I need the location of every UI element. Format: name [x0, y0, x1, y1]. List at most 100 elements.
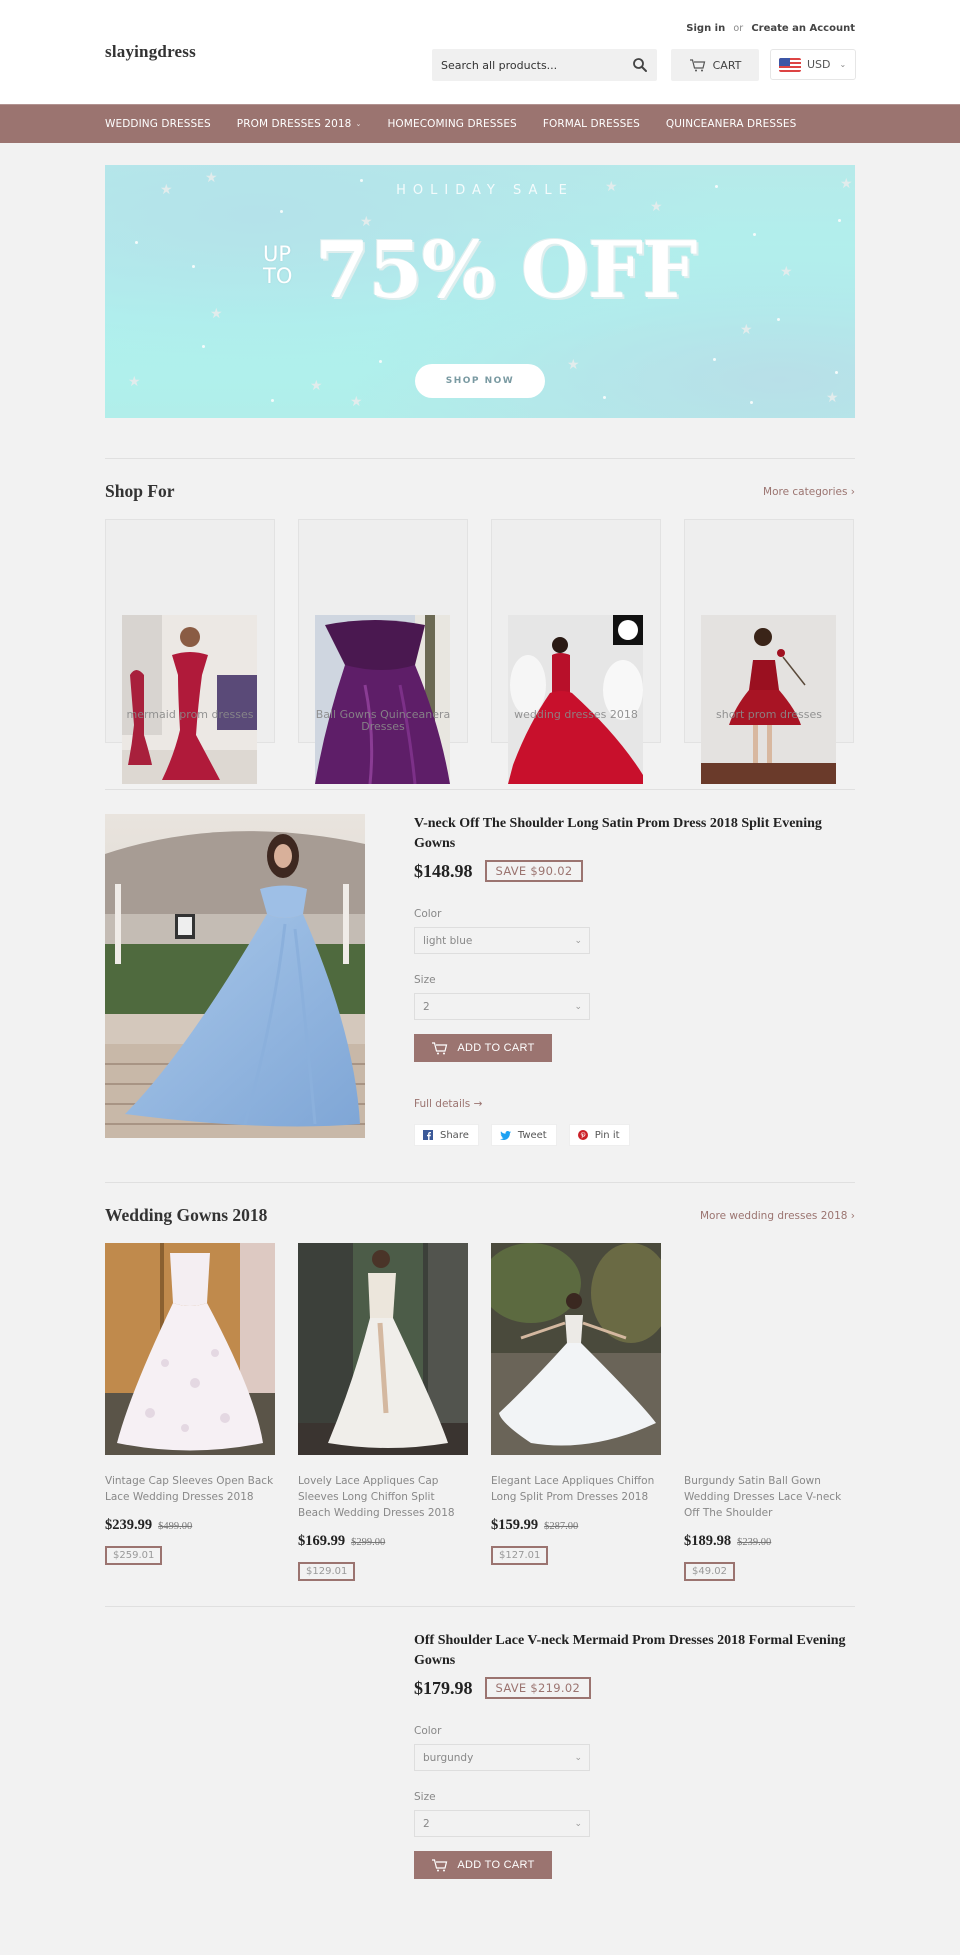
- pinterest-share-button[interactable]: Pin it: [568, 1124, 630, 1146]
- chevron-down-icon: ⌄: [839, 60, 847, 69]
- save-badge: SAVE $90.02: [484, 860, 584, 882]
- product-card[interactable]: Elegant Lace Appliques Chiffon Long Spli…: [491, 1243, 661, 1581]
- color-select[interactable]: burgundy ⌄: [414, 1744, 590, 1771]
- savings-badge: $127.01: [491, 1546, 549, 1565]
- sparkle-dot: [271, 399, 274, 402]
- product-prices: $159.99 $287.00: [491, 1517, 661, 1534]
- twitter-share-button[interactable]: Tweet: [490, 1124, 557, 1146]
- collection-grid: mermaid prom dresses Ball Gowns Quincean…: [105, 519, 855, 789]
- size-select-value: 2: [423, 1817, 430, 1830]
- sparkle-dot: [280, 210, 283, 213]
- compare-price: $499.00: [158, 1521, 193, 1532]
- product-name[interactable]: Burgundy Satin Ball Gown Wedding Dresses…: [684, 1473, 854, 1521]
- product-image[interactable]: [491, 1243, 661, 1455]
- product-card[interactable]: Burgundy Satin Ball Gown Wedding Dresses…: [684, 1243, 854, 1581]
- save-badge: SAVE $219.02: [484, 1677, 592, 1699]
- chevron-down-icon: ⌄: [574, 1818, 582, 1829]
- product-image-placeholder[interactable]: [684, 1243, 854, 1455]
- shop-for-header: Shop For More categories ›: [105, 481, 855, 502]
- price-row: $179.98 SAVE $219.02: [414, 1677, 855, 1699]
- currency-value: USD: [807, 58, 831, 71]
- sparkle-dot: [360, 179, 363, 182]
- featured-product: V-neck Off The Shoulder Long Satin Prom …: [105, 790, 855, 1182]
- sparkle-dot: [192, 265, 195, 268]
- nav-item-formal-dresses[interactable]: FORMAL DRESSES: [543, 118, 640, 130]
- product-prices: $239.99 $499.00: [105, 1517, 275, 1534]
- product-prices: $189.98 $239.00: [684, 1533, 854, 1550]
- sparkle-dot: [135, 241, 138, 244]
- search-icon[interactable]: [632, 57, 648, 73]
- nav-label: HOMECOMING DRESSES: [387, 118, 517, 130]
- cart-button[interactable]: CART: [671, 49, 759, 81]
- nav-item-prom-dresses-2018[interactable]: PROM DRESSES 2018 ⌄: [237, 118, 362, 130]
- featured-product-image[interactable]: [105, 814, 365, 1138]
- featured-product-image-placeholder[interactable]: [105, 1631, 365, 1955]
- star-icon: ★: [350, 394, 363, 410]
- collection-image: [701, 615, 836, 784]
- wedding-section-title: Wedding Gowns 2018: [105, 1205, 268, 1225]
- hero-up-to: UP TO: [263, 243, 292, 287]
- more-categories-link[interactable]: More categories ›: [763, 486, 855, 498]
- sign-in-link[interactable]: Sign in: [686, 23, 725, 34]
- star-icon: ★: [205, 170, 218, 186]
- nav-item-quinceanera-dresses[interactable]: QUINCEANERA DRESSES: [666, 118, 796, 130]
- product-card[interactable]: Vintage Cap Sleeves Open Back Lace Weddi…: [105, 1243, 275, 1581]
- pinterest-icon: [577, 1130, 588, 1140]
- product-name[interactable]: Vintage Cap Sleeves Open Back Lace Weddi…: [105, 1473, 275, 1505]
- more-wedding-dresses-link[interactable]: More wedding dresses 2018 ›: [700, 1210, 855, 1222]
- product-title[interactable]: V-neck Off The Shoulder Long Satin Prom …: [414, 814, 855, 854]
- product-price: $148.98: [414, 860, 473, 881]
- main-nav: WEDDING DRESSES PROM DRESSES 2018 ⌄ HOMEC…: [0, 104, 960, 143]
- add-to-cart-button[interactable]: ADD TO CART: [414, 1034, 552, 1062]
- nav-label: PROM DRESSES 2018: [236, 118, 352, 130]
- sparkle-dot: [753, 233, 756, 236]
- star-icon: ★: [650, 199, 663, 215]
- chevron-down-icon: ⌄: [574, 935, 582, 946]
- size-select[interactable]: 2 ⌄: [414, 993, 590, 1020]
- hero-banner[interactable]: ★ ★ ★ ★ ★ ★ ★ ★ ★ ★ ★ ★ ★ ★ HOLIDAY SALE…: [105, 165, 855, 418]
- size-label: Size: [414, 974, 436, 986]
- collection-card[interactable]: mermaid prom dresses: [105, 519, 275, 789]
- cart-icon: [689, 58, 705, 71]
- product-card[interactable]: Lovely Lace Appliques Cap Sleeves Long C…: [298, 1243, 468, 1581]
- product-image[interactable]: [298, 1243, 468, 1455]
- size-select[interactable]: 2 ⌄: [414, 1810, 590, 1837]
- product-title[interactable]: Off Shoulder Lace V-neck Mermaid Prom Dr…: [414, 1631, 855, 1671]
- collection-card[interactable]: Ball Gowns Quinceanera Dresses: [298, 519, 468, 789]
- star-icon: ★: [740, 322, 753, 338]
- search-input[interactable]: [432, 49, 622, 81]
- create-account-link[interactable]: Create an Account: [751, 23, 855, 34]
- product-prices: $169.99 $299.00: [298, 1533, 468, 1550]
- product-name[interactable]: Elegant Lace Appliques Chiffon Long Spli…: [491, 1473, 661, 1505]
- full-details-link[interactable]: Full details →: [414, 1098, 855, 1110]
- hero-to: TO: [263, 264, 293, 288]
- star-icon: ★: [780, 264, 793, 280]
- nav-item-homecoming-dresses[interactable]: HOMECOMING DRESSES: [387, 118, 516, 130]
- pin-label: Pin it: [594, 1129, 620, 1141]
- currency-selector[interactable]: USD ⌄: [770, 49, 856, 80]
- sparkle-dot: [379, 360, 382, 363]
- nav-label: WEDDING DRESSES: [105, 118, 211, 130]
- collection-card[interactable]: wedding dresses 2018: [491, 519, 661, 789]
- collection-label: short prom dresses: [716, 708, 822, 721]
- compare-price: $287.00: [544, 1521, 579, 1532]
- product-grid: Vintage Cap Sleeves Open Back Lace Weddi…: [105, 1243, 855, 1581]
- chevron-down-icon: ⌄: [574, 1752, 582, 1763]
- color-select[interactable]: light blue ⌄: [414, 927, 590, 954]
- product-price: $239.99: [105, 1517, 153, 1533]
- nav-item-wedding-dresses[interactable]: WEDDING DRESSES: [105, 118, 211, 130]
- collection-card[interactable]: short prom dresses: [684, 519, 854, 789]
- star-icon: ★: [160, 182, 173, 198]
- collection-image: [122, 615, 257, 784]
- hero-headline: 75% OFF: [315, 225, 698, 316]
- product-image[interactable]: [105, 1243, 275, 1455]
- facebook-share-button[interactable]: Share: [414, 1124, 479, 1146]
- add-to-cart-label: ADD TO CART: [457, 1859, 535, 1871]
- facebook-icon: [423, 1130, 433, 1140]
- store-logo[interactable]: slayingdress: [105, 42, 196, 62]
- collection-label: wedding dresses 2018: [514, 708, 638, 721]
- add-to-cart-label: ADD TO CART: [457, 1042, 535, 1054]
- shop-now-button[interactable]: SHOP NOW: [415, 364, 545, 398]
- product-name[interactable]: Lovely Lace Appliques Cap Sleeves Long C…: [298, 1473, 468, 1521]
- product-price: $159.99: [491, 1517, 539, 1533]
